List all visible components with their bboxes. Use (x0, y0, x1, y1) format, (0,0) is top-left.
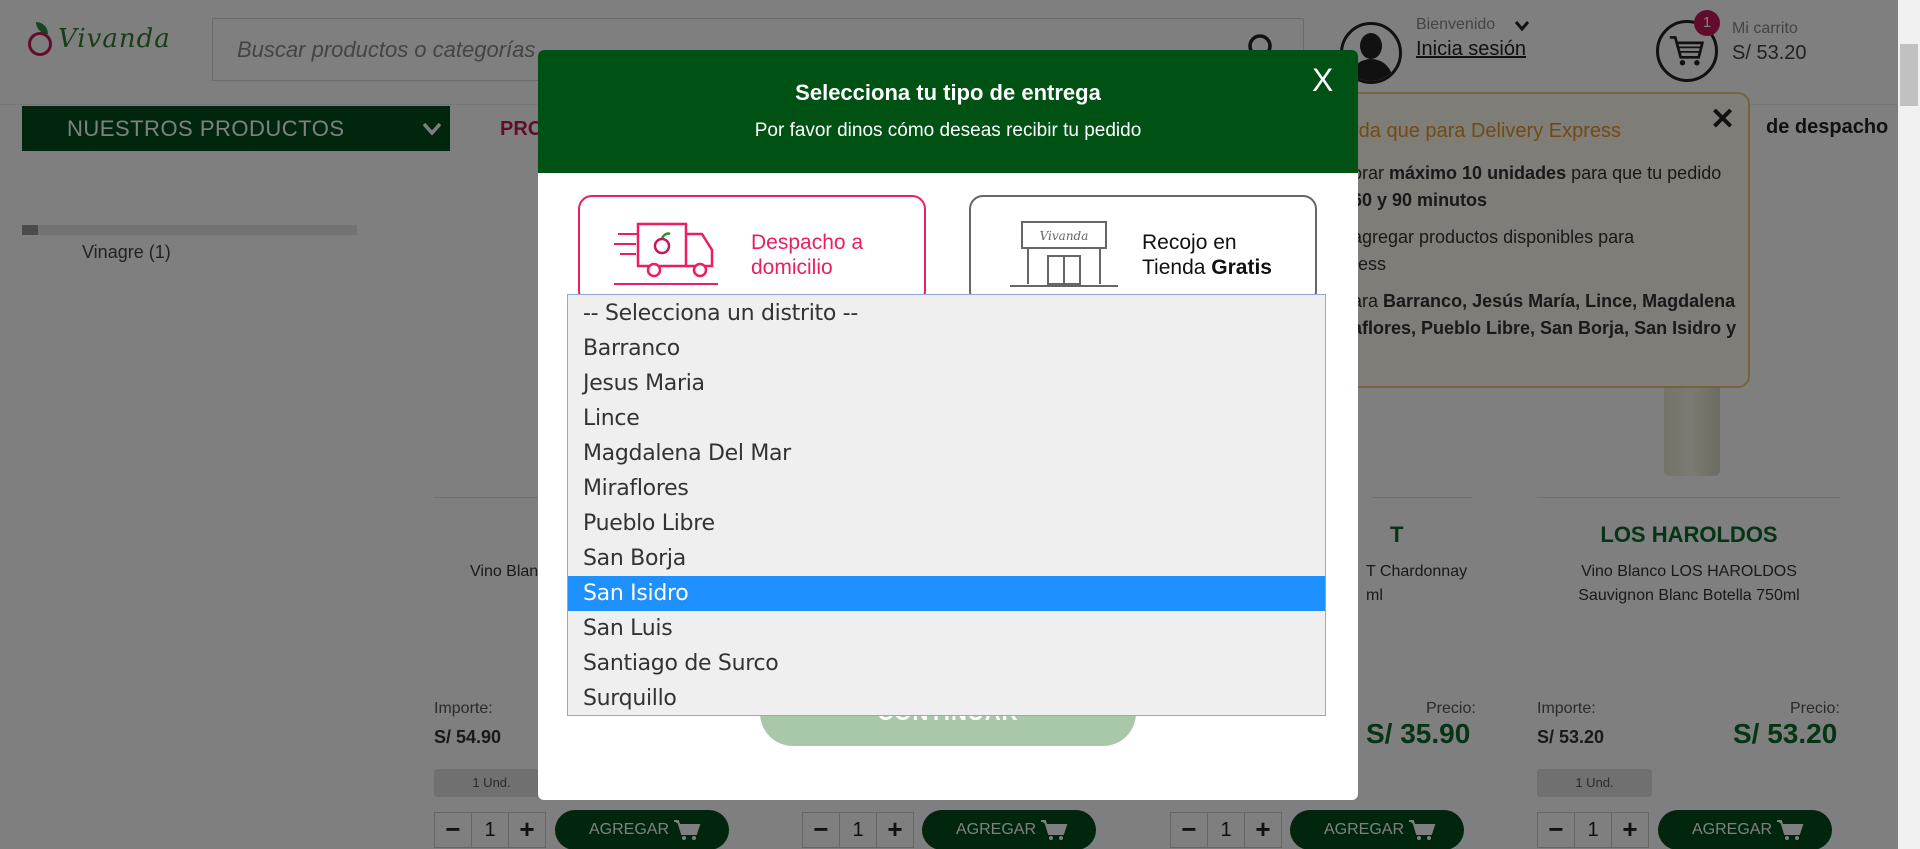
modal-header (538, 50, 1358, 173)
modal-title: Selecciona tu tipo de entrega (795, 80, 1101, 105)
store-icon: Vivanda (1010, 221, 1118, 287)
modal-close-button[interactable]: X (1312, 62, 1333, 99)
district-placeholder-option[interactable]: -- Selecciona un distrito -- (568, 296, 1325, 331)
district-option[interactable]: Surquillo (568, 681, 1325, 716)
page-scrollbar[interactable] (1898, 0, 1920, 849)
district-option[interactable]: Lince (568, 401, 1325, 436)
district-option[interactable]: Santiago de Surco (568, 646, 1325, 681)
modal-subtitle: Por favor dinos cómo deseas recibir tu p… (754, 120, 1142, 141)
district-option[interactable]: Barranco (568, 331, 1325, 366)
district-option[interactable]: Miraflores (568, 471, 1325, 506)
district-option[interactable]: San Borja (568, 541, 1325, 576)
store-sign-text: Vivanda (1040, 229, 1089, 243)
district-dropdown-list[interactable]: -- Selecciona un distrito -- Barranco Jesu… (567, 294, 1326, 716)
district-option[interactable]: Magdalena Del Mar (568, 436, 1325, 471)
district-option[interactable]: San Isidro (568, 576, 1325, 611)
district-option[interactable]: Jesus Maria (568, 366, 1325, 401)
district-option[interactable]: San Luis (568, 611, 1325, 646)
delivery-truck-icon (614, 222, 718, 285)
district-option[interactable]: Pueblo Libre (568, 506, 1325, 541)
scrollbar-thumb[interactable] (1900, 44, 1918, 106)
store-pickup-label: Recojo en Tienda Gratis (1142, 231, 1272, 279)
home-delivery-label: Despacho a domicilio (751, 231, 864, 279)
